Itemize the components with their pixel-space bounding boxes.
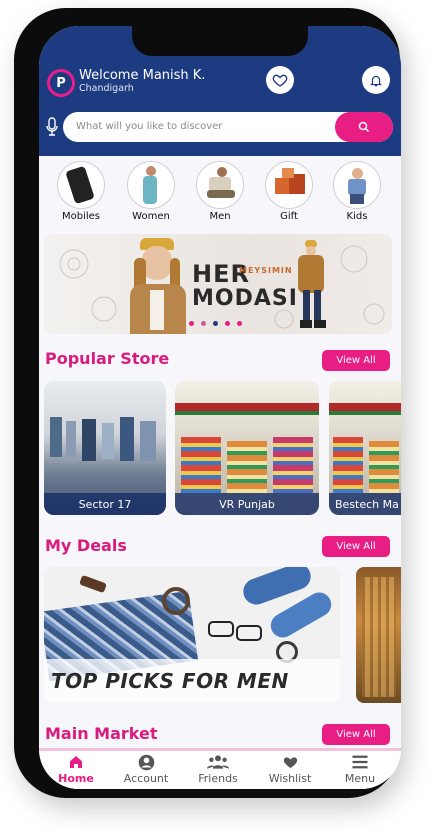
menu-icon — [352, 755, 368, 769]
pagination-dot[interactable] — [189, 321, 194, 326]
category-label: Women — [132, 211, 170, 222]
home-icon — [70, 756, 82, 768]
mobiles-image — [57, 161, 105, 209]
app-logo-icon[interactable]: P — [47, 69, 75, 97]
store-card-sector-17[interactable]: Sector 17 — [44, 381, 166, 515]
phone-notch — [132, 26, 308, 56]
pagination-dot[interactable] — [237, 321, 242, 326]
banner-subtitle: MEYSIMIN — [239, 266, 293, 275]
nav-friends[interactable]: Friends — [183, 753, 253, 785]
nav-menu[interactable]: Menu — [325, 753, 395, 785]
microphone-icon[interactable] — [45, 117, 59, 137]
nav-label: Home — [58, 772, 94, 785]
search-button[interactable] — [335, 112, 393, 142]
category-kids[interactable]: Kids — [333, 161, 381, 222]
welcome-text: Welcome Manish K. — [79, 68, 206, 83]
main-market-view-all-button[interactable]: View All — [322, 724, 390, 745]
category-mobiles[interactable]: Mobiles — [57, 161, 105, 222]
wishlist-button[interactable] — [266, 66, 294, 94]
search-icon — [358, 121, 370, 133]
store-card-bestech[interactable]: Bestech Ma — [329, 381, 401, 515]
my-deals-title: My Deals — [45, 536, 127, 555]
gift-image — [265, 161, 313, 209]
nav-label: Account — [123, 772, 169, 785]
city-label[interactable]: Chandigarh — [79, 83, 134, 94]
popular-store-view-all-button[interactable]: View All — [322, 350, 390, 371]
category-label: Mobiles — [61, 211, 100, 222]
logo-letter: P — [56, 75, 66, 91]
pagination-dot[interactable] — [225, 321, 230, 326]
promo-banner[interactable]: HER MEYSIMIN MODASI — [44, 234, 392, 334]
banner-pagination[interactable] — [189, 321, 242, 326]
pagination-dot[interactable] — [201, 321, 206, 326]
main-market-title: Main Market — [45, 724, 158, 743]
store-card-vr-punjab[interactable]: VR Punjab — [175, 381, 319, 515]
banner-model-right — [292, 240, 332, 332]
deal-caption: TOP PICKS FOR MEN — [51, 669, 289, 693]
nav-label: Wishlist — [268, 772, 312, 785]
account-icon — [138, 754, 154, 770]
popular-store-title: Popular Store — [45, 349, 170, 368]
category-men[interactable]: Men — [196, 161, 244, 222]
deal-card-top-picks[interactable]: TOP PICKS FOR MEN — [44, 567, 340, 703]
store-name: Bestech Ma — [329, 493, 401, 515]
search-input[interactable]: What will you like to discover — [76, 121, 222, 132]
banner-model-left — [130, 238, 186, 334]
category-label: Men — [209, 211, 231, 222]
store-name: Sector 17 — [44, 493, 166, 515]
notifications-button[interactable] — [362, 66, 390, 94]
store-name: VR Punjab — [175, 493, 319, 515]
deal-image — [362, 577, 396, 697]
men-image — [196, 161, 244, 209]
kids-image — [333, 161, 381, 209]
nav-account[interactable]: Account — [111, 753, 181, 785]
phone-frame: P Welcome Manish K. Chandigarh What will… — [14, 8, 401, 798]
nav-label: Friends — [198, 772, 238, 785]
friends-icon — [207, 755, 229, 769]
women-image — [127, 161, 175, 209]
banner-title-modasi: MODASI — [192, 286, 298, 311]
my-deals-view-all-button[interactable]: View All — [322, 536, 390, 557]
bottom-navigation: Home Account Friends Wishlist Menu — [39, 748, 401, 789]
nav-wishlist[interactable]: Wishlist — [255, 753, 325, 785]
category-women[interactable]: Women — [127, 161, 175, 222]
nav-label: Menu — [344, 772, 376, 785]
app-screen: P Welcome Manish K. Chandigarh What will… — [39, 26, 401, 789]
store-image — [44, 411, 166, 471]
heart-icon — [283, 757, 297, 768]
nav-home[interactable]: Home — [41, 753, 111, 785]
deal-card-next[interactable] — [356, 567, 401, 703]
pagination-dot[interactable] — [213, 321, 218, 326]
heart-icon — [272, 74, 288, 87]
category-gift[interactable]: Gift — [265, 161, 313, 222]
search-bar[interactable]: What will you like to discover — [63, 112, 393, 142]
category-label: Gift — [280, 211, 298, 222]
bell-icon — [369, 75, 383, 86]
category-label: Kids — [346, 211, 368, 222]
